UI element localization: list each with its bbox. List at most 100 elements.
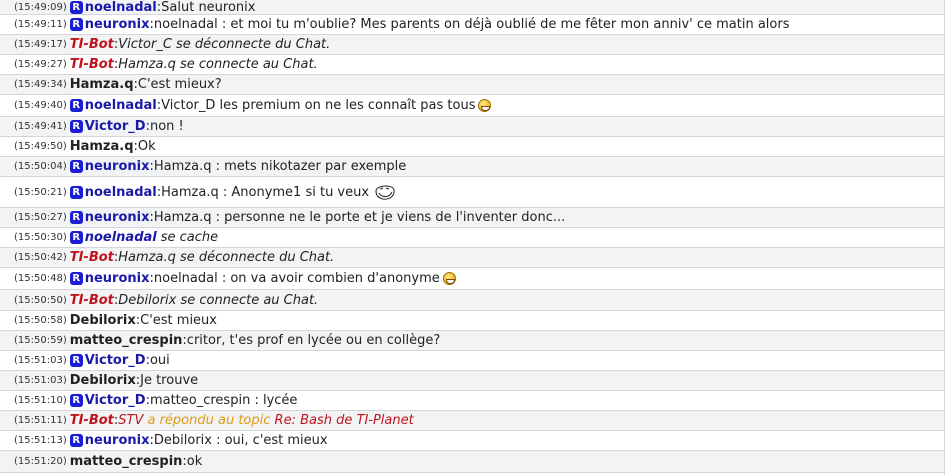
user-nickname[interactable]: matteo_crespin [70, 454, 183, 469]
message-timestamp: (15:50:58) [14, 315, 67, 326]
message-text: Ok [137, 139, 156, 154]
message-text: Salut neuronix [161, 0, 256, 15]
message-timestamp: (15:50:59) [14, 335, 67, 346]
message-timestamp: (15:49:50) [14, 141, 67, 152]
message-text: noelnadal : et moi tu m'oublie? Mes pare… [153, 17, 790, 32]
grin-smiley-icon [442, 272, 456, 285]
bot-nickname[interactable]: TI-Bot [70, 413, 114, 428]
chat-message: (15:50:27) Rneuronix: Hamza.q : personne … [0, 208, 944, 228]
message-timestamp: (15:49:17) [14, 39, 67, 50]
chat-message: (15:50:21) Rnoelnadal: Hamza.q : Anonyme1… [0, 177, 944, 208]
message-text: matteo_crespin : lycée [149, 393, 298, 408]
message-timestamp: (15:51:11) [14, 415, 67, 426]
user-nickname[interactable]: neuronix [85, 17, 150, 32]
topic-reply-text: a répondu au topic [143, 413, 275, 428]
user-nickname[interactable]: Victor_D [85, 353, 146, 368]
chat-message: (15:49:09) Rnoelnadal: Salut neuronix [0, 0, 944, 15]
chat-message: (15:49:40) Rnoelnadal: Victor_D les premi… [0, 95, 944, 117]
premium-badge-icon: R [69, 434, 83, 447]
message-text: Hamza.q : mets nikotazer par exemple [153, 159, 407, 174]
bot-nickname[interactable]: TI-Bot [70, 37, 114, 52]
message-timestamp: (15:51:20) [14, 456, 67, 467]
user-nickname[interactable]: neuronix [85, 159, 150, 174]
message-timestamp: (15:50:30) [14, 232, 67, 243]
premium-badge-icon: R [69, 185, 83, 199]
message-timestamp: (15:50:50) [14, 294, 67, 306]
message-text: Je trouve [140, 373, 199, 388]
message-timestamp: (15:49:27) [14, 59, 67, 70]
user-nickname[interactable]: noelnadal [85, 98, 157, 113]
message-text: non ! [149, 119, 184, 134]
message-timestamp: (15:50:04) [14, 161, 67, 172]
chat-message: (15:49:41) R Victor_D: non ! [0, 117, 944, 137]
chat-message: (15:49:34) Hamza.q: C'est mieux? [0, 75, 944, 95]
premium-badge-icon: R [69, 99, 83, 112]
bot-nickname[interactable]: TI-Bot [70, 57, 114, 72]
chat-message: (15:51:10) R Victor_D: matteo_crespin : ly… [0, 391, 944, 411]
premium-badge-icon: R [69, 18, 83, 31]
chat-message: (15:49:50) Hamza.q: Ok [0, 137, 944, 157]
user-nickname[interactable]: Debilorix [70, 313, 136, 328]
premium-badge-icon: R [69, 231, 83, 244]
message-text: C'est mieux [140, 313, 217, 328]
user-nickname[interactable]: matteo_crespin [70, 333, 183, 348]
message-timestamp: (15:51:03) [14, 375, 67, 386]
message-text: Debilorix : oui, c'est mieux [153, 433, 328, 448]
message-timestamp: (15:49:11) [14, 19, 67, 30]
message-text: Victor_D les premium on ne les connaît p… [161, 98, 476, 113]
user-nickname[interactable]: Victor_D [85, 119, 146, 134]
message-timestamp: (15:51:03) [14, 355, 67, 366]
bot-message-text: Hamza.q se déconnecte du Chat. [118, 250, 335, 265]
message-text: oui [149, 353, 170, 368]
premium-badge-icon: R [69, 394, 83, 407]
chat-message: (15:49:27) TI-Bot: Hamza.q se connecte au… [0, 55, 944, 75]
user-nickname[interactable]: Victor_D [85, 393, 146, 408]
user-nickname[interactable]: Debilorix [70, 373, 136, 388]
chat-message: (15:49:11) Rneuronix: noelnadal : et moi … [0, 15, 944, 35]
topic-author-link[interactable]: STV [118, 413, 143, 428]
message-timestamp: (15:50:48) [14, 273, 67, 284]
user-nickname[interactable]: neuronix [85, 433, 150, 448]
message-text: ok [186, 454, 203, 469]
user-nickname[interactable]: neuronix [85, 210, 150, 225]
chat-message: (15:50:30) Rnoelnadal se cache [0, 228, 944, 248]
bot-message-text: Victor_C se déconnecte du Chat. [118, 37, 331, 52]
chat-message: (15:50:42) TI-Bot: Hamza.q se déconnecte … [0, 248, 944, 268]
message-text: critor, t'es prof en lycée ou en collège… [186, 333, 441, 348]
chat-message: (15:50:50) TI-Bot: Debilorix se connecte … [0, 290, 944, 311]
topic-link[interactable]: Re: Bash de TI-Planet [275, 413, 414, 428]
chat-message: (15:50:04) Rneuronix: Hamza.q : mets niko… [0, 157, 944, 177]
chat-message: (15:51:03) R Victor_D: oui [0, 351, 944, 371]
premium-badge-icon: R [69, 354, 83, 367]
user-nickname[interactable]: neuronix [85, 271, 150, 286]
user-nickname[interactable]: noelnadal [85, 0, 157, 15]
user-nickname[interactable]: Hamza.q [70, 77, 134, 92]
user-nickname[interactable]: Hamza.q [70, 139, 134, 154]
message-timestamp: (15:50:42) [14, 252, 67, 263]
chat-message: (15:51:03) Debilorix: Je trouve [0, 371, 944, 391]
premium-badge-icon: R [69, 0, 83, 14]
trollface-icon [375, 185, 395, 200]
action-text: se cache [160, 230, 219, 245]
chat-message: (15:51:11) TI-Bot: STV a répondu au topic… [0, 411, 944, 431]
bot-nickname[interactable]: TI-Bot [70, 293, 114, 308]
message-timestamp: (15:50:21) [14, 186, 67, 198]
message-text: Hamza.q : Anonyme1 si tu veux [161, 184, 370, 200]
premium-badge-icon: R [69, 211, 83, 224]
chat-message: (15:50:58) Debilorix: C'est mieux [0, 311, 944, 331]
premium-badge-icon: R [69, 120, 83, 133]
user-nickname[interactable]: noelnadal [85, 230, 157, 245]
bot-message-text: Debilorix se connecte au Chat. [118, 292, 319, 308]
grin-smiley-icon [478, 99, 492, 112]
bot-nickname[interactable]: TI-Bot [70, 250, 114, 265]
message-timestamp: (15:49:34) [14, 79, 67, 90]
message-timestamp: (15:49:40) [14, 100, 67, 111]
message-timestamp: (15:50:27) [14, 212, 67, 223]
user-nickname[interactable]: noelnadal [85, 185, 157, 200]
message-timestamp: (15:49:41) [14, 121, 67, 132]
message-timestamp: (15:51:10) [14, 395, 67, 406]
premium-badge-icon: R [69, 272, 83, 285]
message-text: Hamza.q : personne ne le porte et je vie… [153, 210, 566, 225]
chat-log[interactable]: (15:49:09) Rnoelnadal: Salut neuronix (15:… [0, 0, 945, 475]
chat-message: (15:50:48) Rneuronix: noelnadal : on va a… [0, 268, 944, 290]
